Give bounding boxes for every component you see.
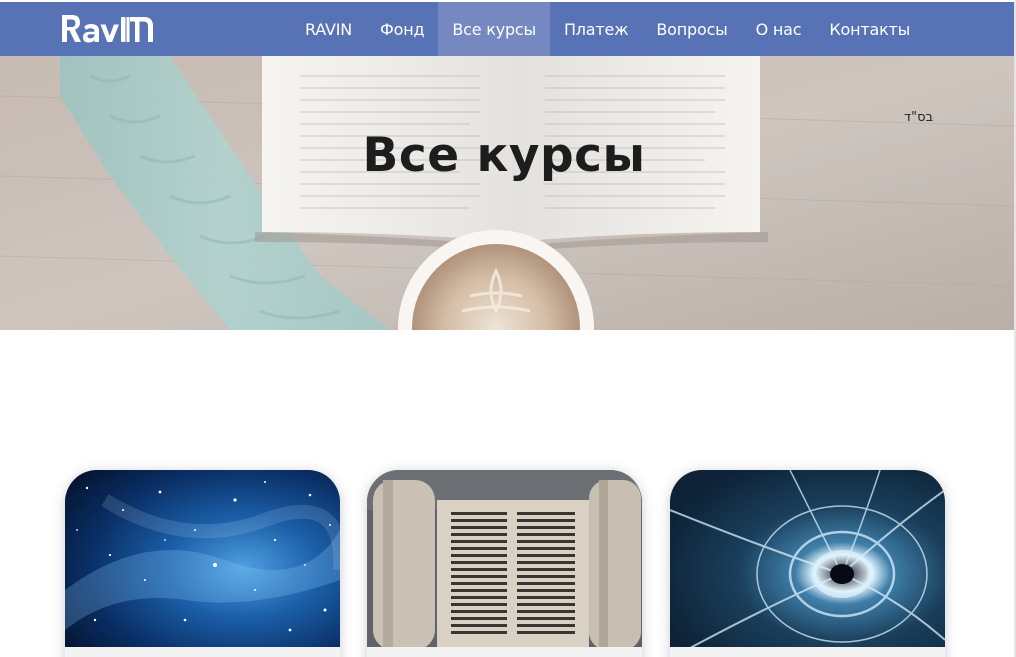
course-card-1[interactable] xyxy=(65,470,340,657)
course-card-3[interactable] xyxy=(670,470,945,657)
nav-item-contacts[interactable]: Контакты xyxy=(815,2,924,56)
card-footer xyxy=(65,647,340,657)
main-nav: RAVIN Фонд Все курсы Платеж Вопросы О на… xyxy=(291,2,924,56)
nav-item-payment[interactable]: Платеж xyxy=(550,2,642,56)
card-footer xyxy=(670,647,945,657)
torah-scroll-image xyxy=(367,470,642,648)
nav-item-questions[interactable]: Вопросы xyxy=(642,2,741,56)
ravin-logo[interactable] xyxy=(60,12,168,46)
card-footer xyxy=(367,647,642,657)
hero-banner: Все курсы בס"ד xyxy=(0,56,1014,330)
navbar: RAVIN Фонд Все курсы Платеж Вопросы О на… xyxy=(0,2,1014,56)
galaxy-image xyxy=(65,470,340,648)
space-tunnel-image xyxy=(670,470,945,648)
nav-item-about[interactable]: О нас xyxy=(742,2,816,56)
nav-item-ravin[interactable]: RAVIN xyxy=(291,2,366,56)
hero-background-image xyxy=(0,56,1014,330)
page: RAVIN Фонд Все курсы Платеж Вопросы О на… xyxy=(0,0,1016,657)
nav-item-all-courses[interactable]: Все курсы xyxy=(438,2,550,56)
course-card-2[interactable] xyxy=(367,470,642,657)
nav-item-fund[interactable]: Фонд xyxy=(366,2,438,56)
hebrew-besiyata-dishmaya: בס"ד xyxy=(904,110,934,125)
page-title: Все курсы xyxy=(362,128,646,183)
